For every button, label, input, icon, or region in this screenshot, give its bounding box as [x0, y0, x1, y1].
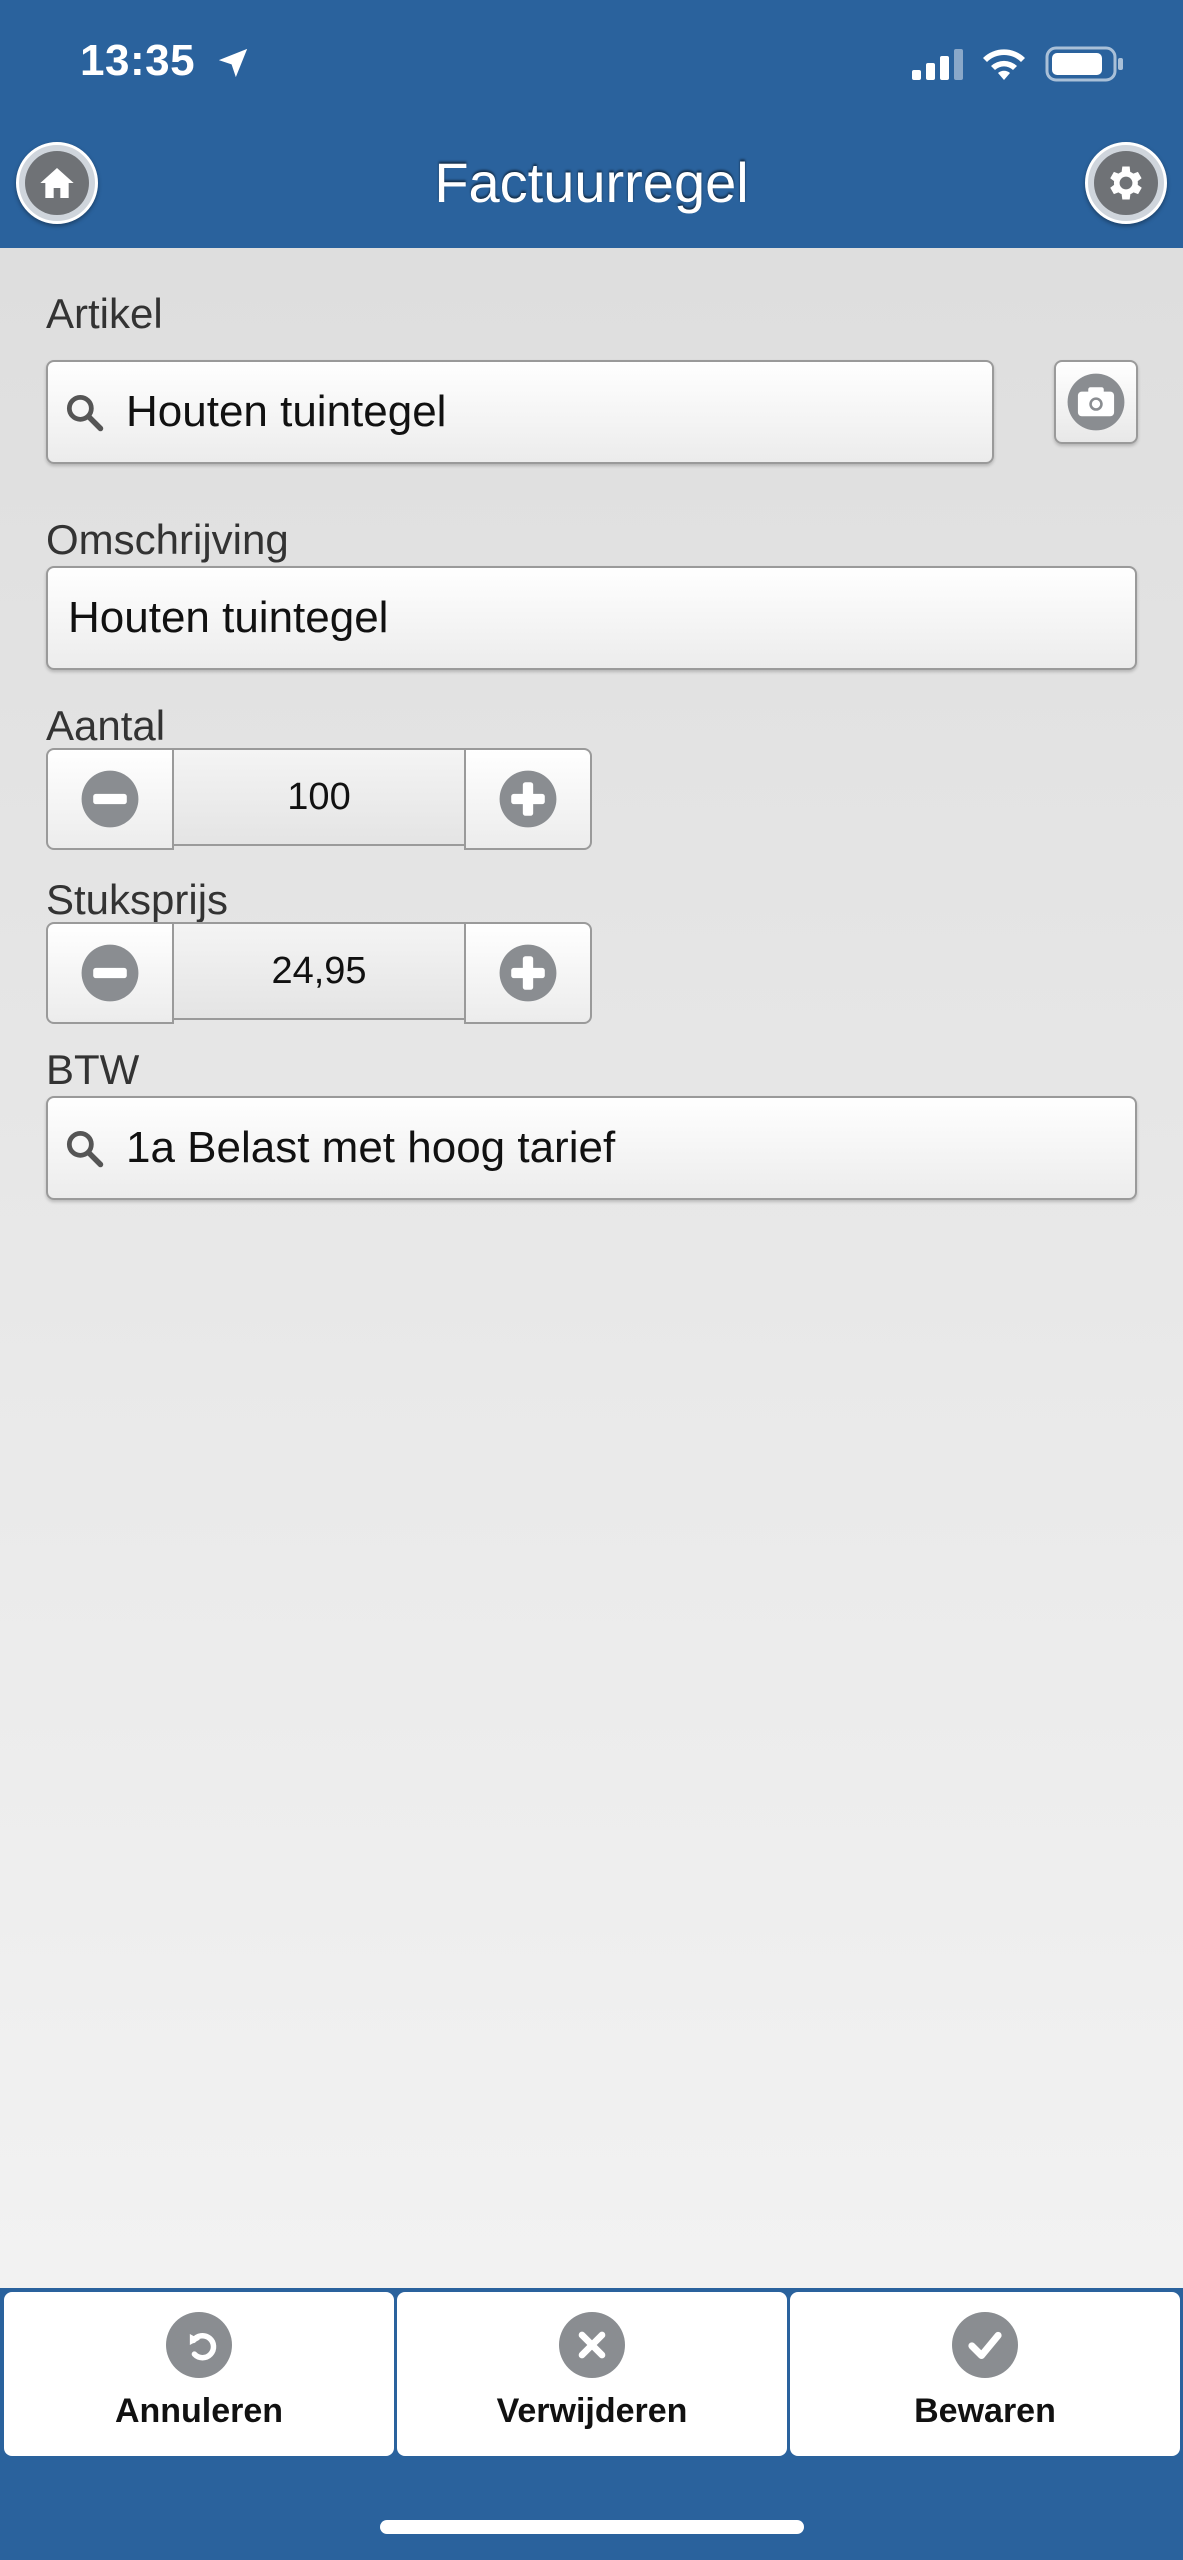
omschrijving-field[interactable]: Houten tuintegel [46, 566, 1137, 670]
plus-circle-icon [499, 944, 557, 1002]
camera-button[interactable] [1054, 360, 1138, 444]
battery-icon [1045, 46, 1123, 82]
location-arrow-icon [218, 48, 248, 78]
camera-icon [1067, 373, 1125, 431]
stuksprijs-label: Stuksprijs [46, 876, 229, 923]
status-bar: 13:35 [0, 0, 1183, 130]
omschrijving-value: Houten tuintegel [68, 593, 389, 642]
cellular-signal-icon [912, 49, 963, 80]
cancel-button[interactable]: Annuleren [4, 2292, 394, 2456]
aantal-label: Aantal [46, 702, 166, 749]
checkmark-icon [952, 2312, 1018, 2378]
minus-circle-icon [81, 944, 139, 1002]
cancel-label: Annuleren [114, 2392, 284, 2430]
stuksprijs-input[interactable]: 24,95 [174, 922, 464, 1020]
delete-button[interactable]: Verwijderen [397, 2292, 787, 2456]
aantal-decrement-button[interactable] [46, 748, 174, 850]
aantal-increment-button[interactable] [464, 748, 592, 850]
artikel-search-field[interactable]: Houten tuintegel [46, 360, 994, 464]
save-button[interactable]: Bewaren [790, 2292, 1180, 2456]
settings-button[interactable] [1085, 142, 1167, 224]
btw-value: 1a Belast met hoog tarief [126, 1123, 616, 1172]
home-indicator[interactable] [380, 2520, 804, 2534]
plus-circle-icon [499, 770, 557, 828]
wifi-icon [983, 49, 1025, 80]
gear-icon [1110, 166, 1142, 200]
page-title: Factuurregel [434, 151, 749, 214]
btw-search-field[interactable]: 1a Belast met hoog tarief [46, 1096, 1137, 1200]
search-icon [66, 1130, 104, 1168]
minus-circle-icon [81, 770, 139, 828]
search-icon [66, 394, 104, 432]
aantal-input[interactable]: 100 [174, 748, 464, 846]
delete-label: Verwijderen [496, 2392, 688, 2430]
omschrijving-label: Omschrijving [46, 516, 289, 563]
form-content: Artikel Houten tuintegel Omschrijving Ho… [0, 248, 1183, 2288]
undo-icon [166, 2312, 232, 2378]
stuksprijs-stepper: 24,95 [46, 922, 592, 1024]
btw-label: BTW [46, 1046, 140, 1093]
bottom-toolbar: Annuleren Verwijderen Bewaren [0, 2288, 1183, 2560]
stuksprijs-decrement-button[interactable] [46, 922, 174, 1024]
stuksprijs-increment-button[interactable] [464, 922, 592, 1024]
nav-bar: Factuurregel [0, 130, 1183, 248]
artikel-label: Artikel [46, 290, 163, 337]
aantal-stepper: 100 [46, 748, 592, 850]
artikel-value: Houten tuintegel [126, 387, 447, 436]
delete-x-icon [559, 2312, 625, 2378]
save-label: Bewaren [914, 2392, 1056, 2430]
status-time: 13:35 [80, 36, 196, 85]
